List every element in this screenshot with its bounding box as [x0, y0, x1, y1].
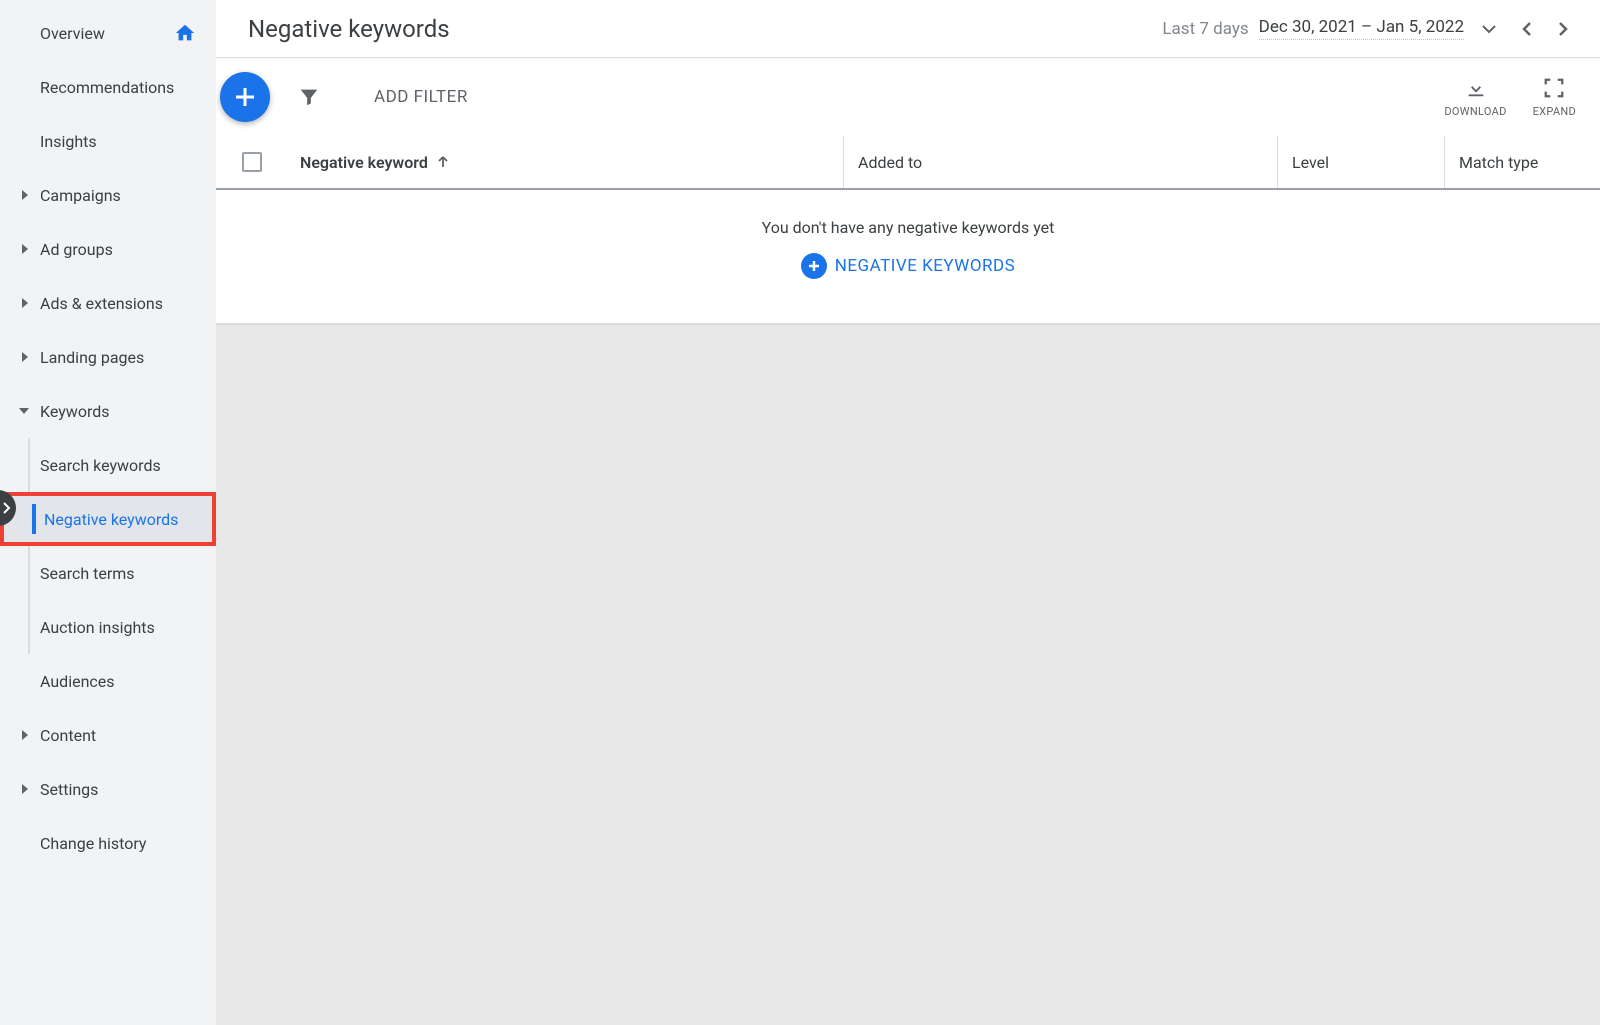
sidebar-label: Search terms [40, 564, 135, 583]
chevron-right-icon [22, 352, 28, 362]
chevron-right-icon [22, 244, 28, 254]
add-button[interactable] [220, 72, 270, 122]
column-checkbox [216, 152, 288, 172]
chevron-down-icon [19, 408, 29, 414]
sidebar-label: Settings [40, 780, 98, 799]
sidebar-item-ads-extensions[interactable]: Ads & extensions [0, 276, 216, 330]
column-label: Level [1292, 153, 1329, 172]
empty-state: You don't have any negative keywords yet… [216, 190, 1600, 324]
dropdown-arrow-icon[interactable] [1474, 17, 1504, 41]
sidebar-item-recommendations[interactable]: Recommendations [0, 60, 216, 114]
sidebar-item-overview[interactable]: Overview [0, 6, 216, 60]
column-label: Match type [1459, 153, 1538, 172]
home-icon [174, 22, 196, 44]
sidebar-item-change-history[interactable]: Change history [0, 816, 216, 870]
filter-icon[interactable] [298, 86, 320, 108]
sidebar-label: Auction insights [40, 618, 155, 637]
download-label: DOWNLOAD [1444, 105, 1506, 118]
sidebar-label: Content [40, 726, 96, 745]
next-period-button[interactable] [1550, 13, 1576, 45]
column-negative-keyword[interactable]: Negative keyword [288, 136, 844, 188]
date-range-label: Last 7 days [1162, 19, 1248, 39]
add-filter-button[interactable]: ADD FILTER [374, 87, 468, 107]
sidebar-item-keywords[interactable]: Keywords [0, 384, 216, 438]
select-all-checkbox[interactable] [242, 152, 262, 172]
download-button[interactable]: DOWNLOAD [1444, 77, 1506, 118]
column-match-type[interactable]: Match type [1445, 153, 1600, 172]
chevron-right-icon [22, 190, 28, 200]
plus-circle-icon [801, 253, 827, 279]
sidebar-sub-search-keywords[interactable]: Search keywords [0, 438, 216, 492]
sidebar-label: Audiences [40, 672, 115, 691]
column-added-to[interactable]: Added to [844, 136, 1278, 188]
sidebar-label: Campaigns [40, 186, 121, 205]
empty-state-cta[interactable]: NEGATIVE KEYWORDS [801, 253, 1016, 279]
expand-button[interactable]: EXPAND [1533, 77, 1576, 118]
sidebar-label: Search keywords [40, 456, 161, 475]
sidebar-item-audiences[interactable]: Audiences [0, 654, 216, 708]
date-range-value: Dec 30, 2021 – Jan 5, 2022 [1259, 17, 1464, 40]
sidebar-item-settings[interactable]: Settings [0, 762, 216, 816]
chevron-right-icon [22, 730, 28, 740]
chevron-right-icon [22, 298, 28, 308]
sidebar-sub-negative-keywords[interactable]: Negative keywords [0, 492, 216, 546]
sidebar-item-insights[interactable]: Insights [0, 114, 216, 168]
sidebar-item-campaigns[interactable]: Campaigns [0, 168, 216, 222]
sidebar-label: Landing pages [40, 348, 144, 367]
sidebar-label: Ads & extensions [40, 294, 163, 313]
chevron-right-icon [22, 784, 28, 794]
sidebar-sub-search-terms[interactable]: Search terms [0, 546, 216, 600]
prev-period-button[interactable] [1514, 13, 1540, 45]
empty-state-text: You don't have any negative keywords yet [216, 218, 1600, 237]
sidebar-label: Overview [40, 24, 105, 43]
main-content: Negative keywords Last 7 days Dec 30, 20… [216, 0, 1600, 1025]
sidebar-label: Change history [40, 834, 147, 853]
sidebar-item-content[interactable]: Content [0, 708, 216, 762]
sidebar-label: Ad groups [40, 240, 113, 259]
page-header: Negative keywords Last 7 days Dec 30, 20… [216, 0, 1600, 58]
date-range-picker[interactable]: Last 7 days Dec 30, 2021 – Jan 5, 2022 [1162, 13, 1576, 45]
plus-icon [232, 84, 258, 110]
sidebar-sub-auction-insights[interactable]: Auction insights [0, 600, 216, 654]
sidebar-label: Keywords [40, 402, 110, 421]
column-label: Negative keyword [300, 153, 428, 172]
expand-icon [1543, 77, 1565, 99]
sort-ascending-icon [436, 155, 450, 169]
sidebar-item-ad-groups[interactable]: Ad groups [0, 222, 216, 276]
sidebar-nav: Overview Recommendations Insights Campai… [0, 0, 216, 1025]
sidebar-label: Negative keywords [44, 510, 178, 529]
expand-label: EXPAND [1533, 105, 1576, 118]
sidebar-item-landing-pages[interactable]: Landing pages [0, 330, 216, 384]
cta-label: NEGATIVE KEYWORDS [835, 256, 1016, 276]
column-level[interactable]: Level [1278, 136, 1445, 188]
page-title: Negative keywords [248, 15, 450, 43]
sidebar-label: Insights [40, 132, 97, 151]
sidebar-label: Recommendations [40, 78, 174, 97]
toolbar: ADD FILTER DOWNLOAD EXPAND [216, 58, 1600, 136]
column-label: Added to [858, 153, 922, 172]
download-icon [1465, 77, 1487, 99]
content-background [216, 325, 1600, 1025]
table-header-row: Negative keyword Added to Level Match ty… [216, 136, 1600, 190]
